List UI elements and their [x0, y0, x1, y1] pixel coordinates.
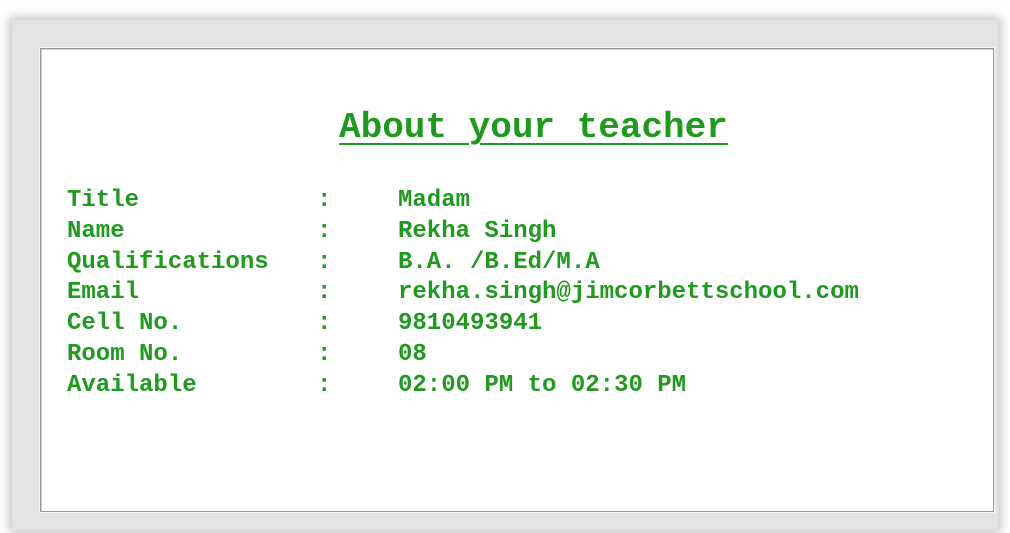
info-label: Cell No.	[67, 310, 183, 338]
email-value: rekha.singh@jimcorbettschool.com	[398, 279, 859, 307]
info-value: Madam	[398, 187, 471, 214]
info-separator: :	[317, 187, 332, 214]
info-label: Email	[67, 279, 140, 307]
info-separator: :	[317, 340, 332, 368]
info-separator: :	[317, 310, 332, 338]
info-value: 08	[398, 340, 427, 368]
info-separator: :	[317, 279, 332, 307]
info-separator: :	[317, 217, 332, 245]
phone-value: 9810493941	[398, 310, 543, 338]
info-label: Title	[67, 187, 140, 214]
info-value: 02:00 PM to 02:30 PM	[398, 371, 687, 399]
page-title: About your teacher	[339, 107, 728, 148]
info-value: B.A. /B.Ed/M.A	[398, 248, 600, 276]
info-label: Qualifications	[67, 248, 269, 276]
info-label: Name	[67, 217, 125, 245]
info-separator: :	[317, 248, 332, 276]
info-label: Room No.	[67, 340, 183, 368]
info-separator: :	[317, 371, 332, 399]
info-value: Rekha Singh	[398, 217, 557, 245]
info-label: Available	[67, 371, 197, 399]
